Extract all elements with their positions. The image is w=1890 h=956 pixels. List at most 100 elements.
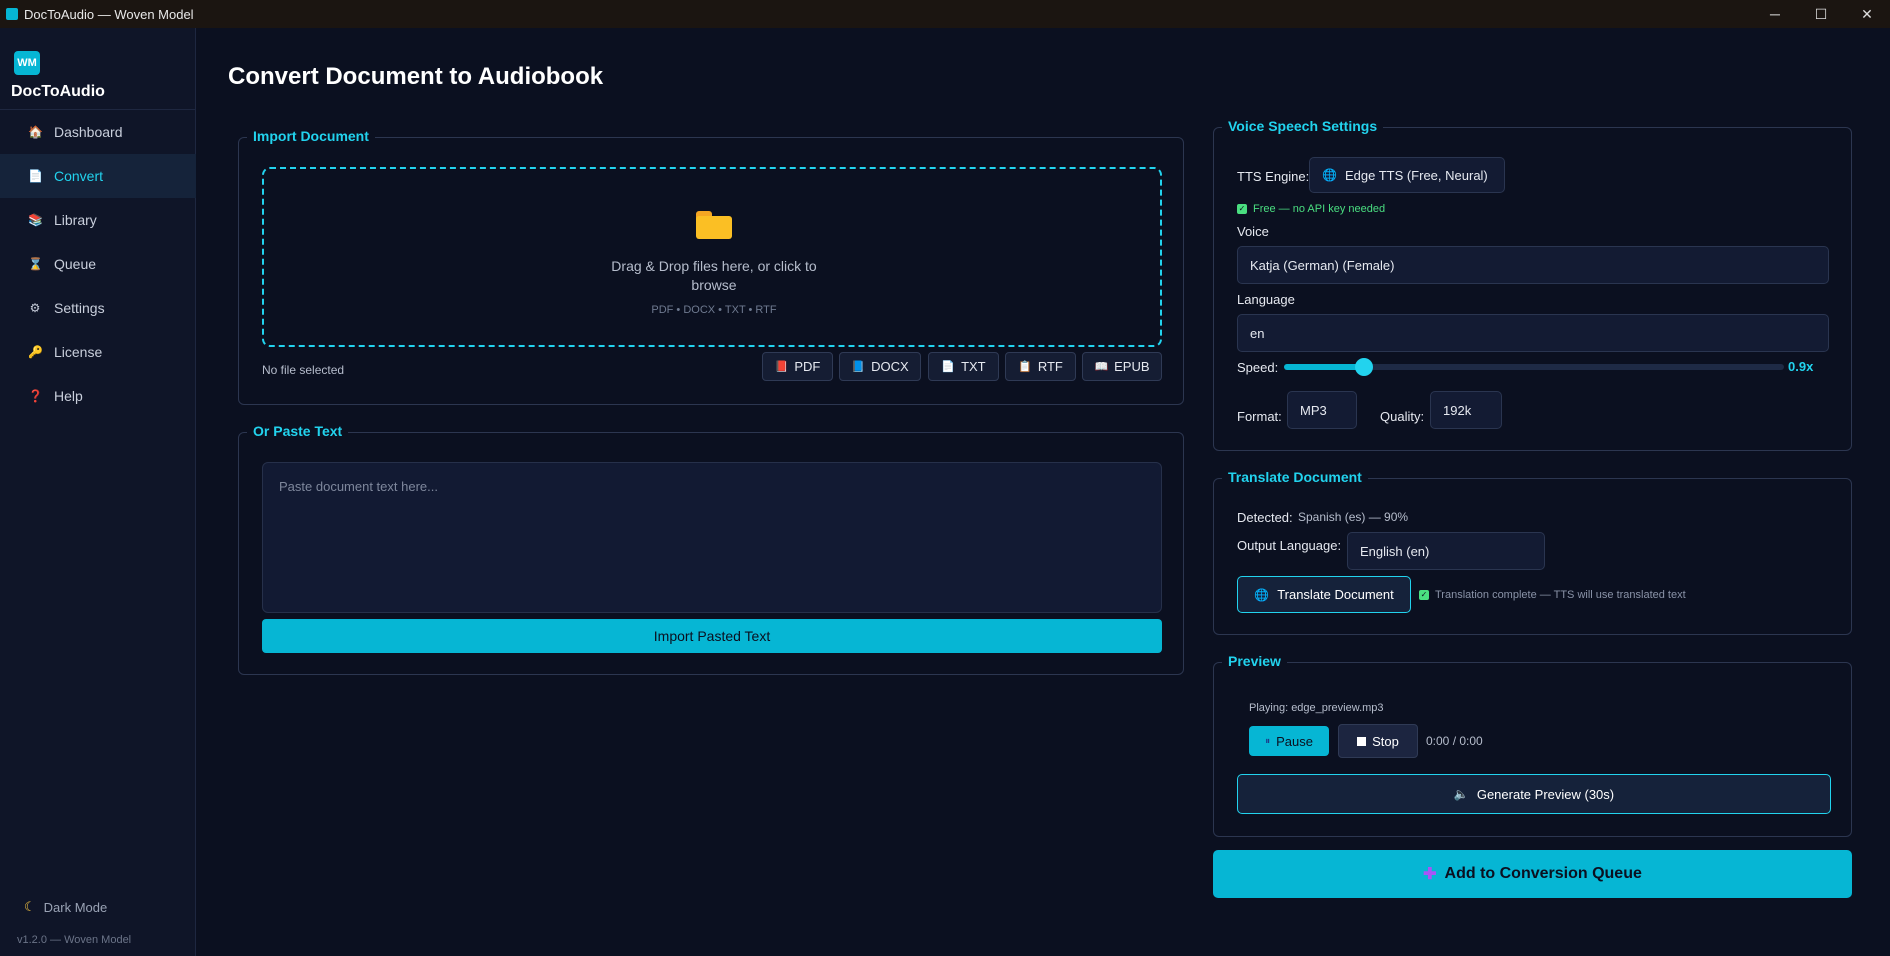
check-icon: ✓ <box>1237 204 1247 214</box>
output-language-label: Output Language: <box>1237 538 1342 553</box>
moon-icon: ☾ <box>24 899 36 914</box>
detected-label: Detected: <box>1237 510 1293 525</box>
preview-group: Preview Playing: edge_preview.mp3 ⏸ Paus… <box>1213 653 1852 837</box>
logo: WM <box>14 51 40 75</box>
dark-mode-label: Dark Mode <box>43 899 108 915</box>
file-status: No file selected <box>262 363 345 377</box>
sidebar-item-label: Convert <box>54 168 104 184</box>
maximize-button[interactable]: ☐ <box>1798 0 1844 28</box>
sidebar-item-label: Help <box>54 388 83 404</box>
voice-settings-group: Voice Speech Settings TTS Engine: 🌐 Edge… <box>1213 118 1852 451</box>
brand-name: DocToAudio <box>11 83 105 100</box>
sidebar-item-help[interactable]: ❓ Help <box>0 374 196 418</box>
sidebar-item-label: Dashboard <box>54 124 123 140</box>
sidebar-item-library[interactable]: 📚 Library <box>0 198 196 242</box>
playback-time: 0:00 / 0:00 <box>1426 734 1483 748</box>
version-label: v1.2.0 — Woven Model <box>17 934 132 946</box>
txt-button[interactable]: 📄 TXT <box>928 352 999 381</box>
paste-text-group: Or Paste Text Paste document text here..… <box>238 423 1184 675</box>
document-icon: 📄 <box>28 169 43 183</box>
speed-label: Speed: <box>1237 360 1279 375</box>
speed-value: 0.9x <box>1788 359 1814 374</box>
app-icon <box>6 8 18 20</box>
add-to-queue-button[interactable]: ✚ Add to Conversion Queue <box>1213 850 1852 898</box>
stop-button[interactable]: Stop <box>1338 724 1418 758</box>
output-language-select[interactable]: English (en) <box>1347 532 1545 570</box>
tts-note: ✓ Free — no API key needed <box>1237 203 1386 215</box>
speaker-icon: 🔈 <box>1453 787 1469 801</box>
rtf-button[interactable]: 📋 RTF <box>1005 352 1076 381</box>
sidebar-item-label: Queue <box>54 256 97 272</box>
sidebar-item-dashboard[interactable]: 🏠 Dashboard <box>0 110 196 154</box>
import-document-group: Import Document Drag & Drop files here, … <box>238 128 1184 405</box>
pause-icon: ⏸ <box>1265 735 1271 747</box>
txt-icon: 📄 <box>941 361 956 373</box>
translate-document-button[interactable]: 🌐 Translate Document <box>1237 576 1411 613</box>
check-icon: ✓ <box>1419 590 1429 600</box>
plus-icon: ✚ <box>1423 866 1437 883</box>
minimize-button[interactable]: ─ <box>1752 0 1798 28</box>
globe-icon: 🌐 <box>1254 587 1270 602</box>
detected-language: Spanish (es) — 90% <box>1298 510 1409 524</box>
preview-title: Preview <box>1222 653 1287 669</box>
language-input[interactable]: en <box>1237 314 1829 352</box>
globe-icon: 🌐 <box>1322 168 1337 182</box>
language-label: Language <box>1237 292 1295 307</box>
sidebar-item-label: Library <box>54 212 97 228</box>
dark-mode-toggle[interactable]: ☾ Dark Mode <box>24 899 107 915</box>
window-title: DocToAudio — Woven Model <box>24 6 194 22</box>
pause-button[interactable]: ⏸ Pause <box>1249 726 1329 756</box>
sidebar-item-queue[interactable]: ⌛ Queue <box>0 242 196 286</box>
translate-group: Translate Document Detected: Spanish (es… <box>1213 469 1852 635</box>
format-select[interactable]: MP3 <box>1287 391 1357 429</box>
import-pasted-text-button[interactable]: Import Pasted Text <box>262 619 1162 653</box>
quality-label: Quality: <box>1380 409 1425 424</box>
sidebar-item-label: License <box>54 344 103 360</box>
now-playing: Playing: edge_preview.mp3 <box>1249 702 1384 714</box>
docx-icon: 📘 <box>851 361 866 373</box>
format-label: Format: <box>1237 409 1282 424</box>
tts-engine-select[interactable]: 🌐 Edge TTS (Free, Neural) <box>1309 157 1505 193</box>
paste-textarea[interactable]: Paste document text here... <box>262 462 1162 613</box>
window-controls: ─ ☐ ✕ <box>1752 0 1890 28</box>
speed-slider[interactable] <box>1284 358 1784 376</box>
speed-slider-thumb[interactable] <box>1355 358 1373 376</box>
home-icon: 🏠 <box>28 125 43 139</box>
pdf-button[interactable]: 📕 PDF <box>762 352 833 381</box>
translate-title: Translate Document <box>1222 469 1368 485</box>
sidebar-item-settings[interactable]: ⚙ Settings <box>0 286 196 330</box>
books-icon: 📚 <box>28 213 43 227</box>
sidebar-item-license[interactable]: 🔑 License <box>0 330 196 374</box>
gear-icon: ⚙ <box>29 301 41 315</box>
import-document-title: Import Document <box>247 128 375 144</box>
sidebar-item-convert[interactable]: 📄 Convert <box>0 154 196 198</box>
voice-select[interactable]: Katja (German) (Female) <box>1237 246 1829 284</box>
sidebar: WM DocToAudio 🏠 Dashboard 📄 Convert 📚 Li… <box>0 28 196 956</box>
pdf-icon: 📕 <box>774 361 789 373</box>
epub-button[interactable]: 📖 EPUB <box>1082 352 1162 381</box>
page-title: Convert Document to Audiobook <box>228 63 604 90</box>
translation-status: ✓ Translation complete — TTS will use tr… <box>1419 589 1686 601</box>
folder-icon <box>696 211 732 239</box>
sidebar-item-label: Settings <box>54 300 105 316</box>
paste-text-title: Or Paste Text <box>247 423 349 439</box>
question-icon: ❓ <box>28 389 43 403</box>
drop-zone-text: Drag & Drop files here, or click to brow… <box>611 258 817 293</box>
stop-icon <box>1357 736 1367 746</box>
hourglass-icon: ⌛ <box>28 257 43 271</box>
close-button[interactable]: ✕ <box>1844 0 1890 28</box>
key-icon: 🔑 <box>28 345 43 359</box>
docx-button[interactable]: 📘 DOCX <box>839 352 921 381</box>
title-bar: DocToAudio — Woven Model ─ ☐ ✕ <box>0 0 1890 28</box>
voice-label: Voice <box>1237 224 1269 239</box>
tts-engine-label: TTS Engine: <box>1237 169 1310 184</box>
rtf-icon: 📋 <box>1018 361 1032 373</box>
speed-slider-fill <box>1284 364 1364 370</box>
quality-select[interactable]: 192k <box>1430 391 1502 429</box>
drop-zone-formats: PDF • DOCX • TXT • RTF <box>651 304 777 316</box>
drop-zone[interactable]: Drag & Drop files here, or click to brow… <box>262 167 1162 347</box>
voice-settings-title: Voice Speech Settings <box>1222 118 1384 134</box>
sidebar-nav: 🏠 Dashboard 📄 Convert 📚 Library ⌛ Queue … <box>0 109 196 418</box>
epub-icon: 📖 <box>1094 361 1109 373</box>
generate-preview-button[interactable]: 🔈 Generate Preview (30s) <box>1237 774 1831 814</box>
